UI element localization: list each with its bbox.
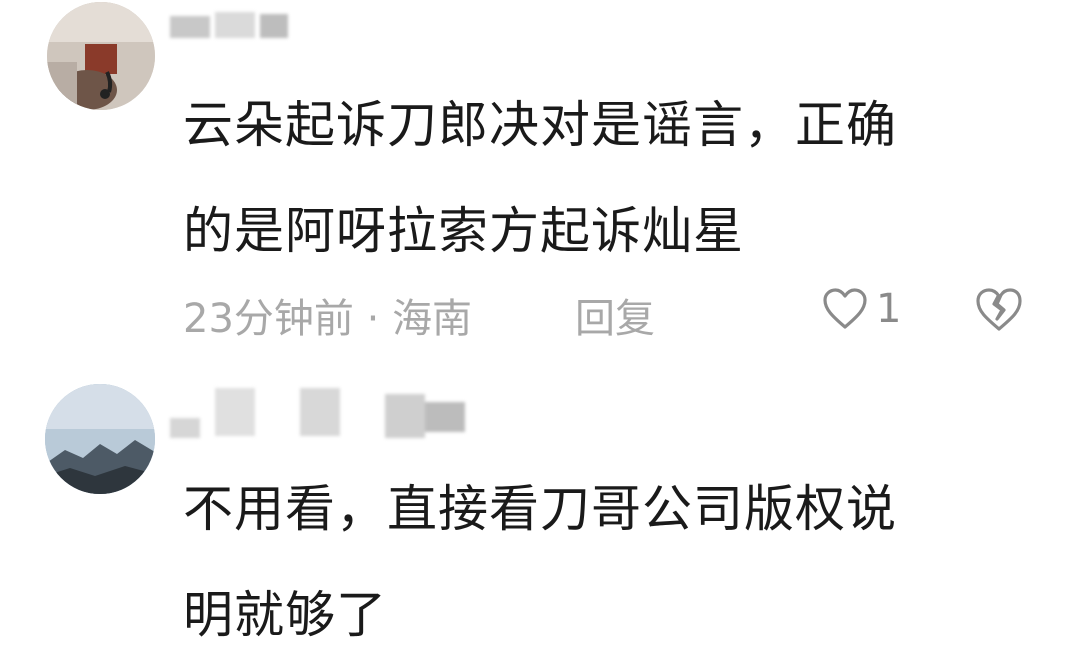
avatar-image [45,384,155,494]
comment-text-line: 的是阿呀拉索方起诉灿星 [183,202,744,260]
heart-icon [823,288,867,329]
broken-heart-icon [976,288,1022,331]
comment-text-line: 明就够了 [183,586,387,644]
comment-time: 23分钟前 [183,296,354,342]
comment-text: 不用看，直接看刀哥公司版权说 明就够了 [183,456,1043,668]
comment-item: 云朵起诉刀郎决对是谣言，正确 的是阿呀拉索方起诉灿星 23分钟前 · 海南 回复… [0,0,1080,360]
avatar[interactable] [47,2,155,110]
dislike-button[interactable] [974,287,1024,333]
comment-text-line: 不用看，直接看刀哥公司版权说 [183,480,897,538]
comment-meta: 23分钟前 · 海南 [183,286,472,344]
comment-item: 不用看，直接看刀哥公司版权说 明就够了 [0,360,1080,658]
meta-separator: · [366,296,380,342]
like-button[interactable]: 1 [822,284,901,334]
comment-location: 海南 [392,296,473,342]
reply-button[interactable]: 回复 [575,286,655,344]
comment-text: 云朵起诉刀郎决对是谣言，正确 的是阿呀拉索方起诉灿星 [183,72,1043,284]
avatar-image [47,2,155,110]
avatar[interactable] [45,384,155,494]
like-count: 1 [876,286,902,332]
comment-text-line: 云朵起诉刀郎决对是谣言，正确 [183,96,897,154]
